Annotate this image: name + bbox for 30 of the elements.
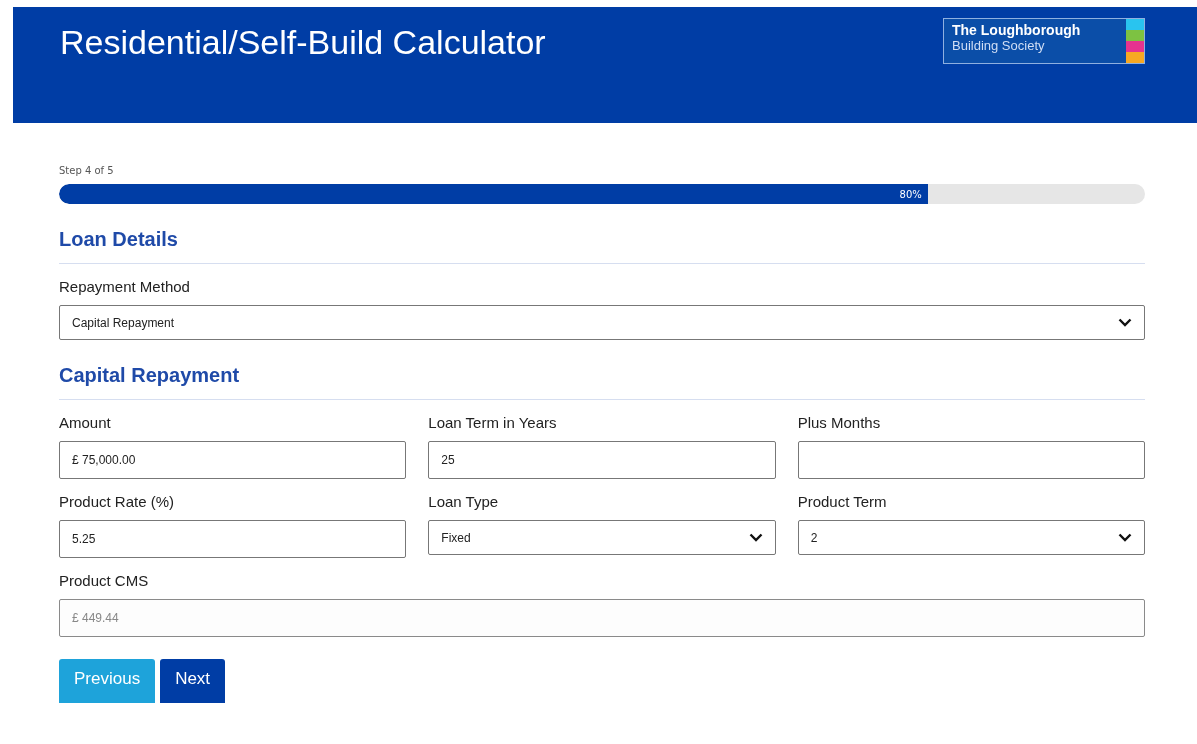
logo-stripes-icon bbox=[1126, 19, 1144, 63]
input-field[interactable]: 25 bbox=[428, 441, 776, 479]
dropdown-value: Capital Repayment bbox=[72, 315, 175, 330]
chevron-down-icon bbox=[1118, 318, 1132, 327]
field-label: Product CMS bbox=[59, 572, 150, 589]
dropdown[interactable]: Fixed bbox=[428, 520, 776, 555]
progress-percent: 80% bbox=[899, 188, 923, 200]
dropdown-value: 2 bbox=[810, 530, 818, 545]
next-button[interactable]: Next bbox=[160, 659, 226, 703]
page-title: Residential/Self-Build Calculator bbox=[60, 23, 546, 62]
field-label: Product Term bbox=[797, 493, 888, 510]
field-label: Loan Type bbox=[428, 493, 500, 510]
field-label: Product Rate (%) bbox=[59, 493, 176, 510]
input-field[interactable]: £ 75,000.00 bbox=[59, 441, 407, 479]
step-label: Step 4 of 5 bbox=[59, 165, 114, 176]
field-label: Plus Months bbox=[797, 414, 882, 431]
dropdown[interactable]: Capital Repayment bbox=[59, 305, 1145, 340]
dropdown[interactable]: 2 bbox=[797, 520, 1145, 555]
field-label: Loan Term in Years bbox=[428, 414, 558, 431]
input-field[interactable]: 5.25 bbox=[59, 520, 407, 558]
field-label: Amount bbox=[59, 414, 112, 431]
chevron-down-icon bbox=[1118, 533, 1132, 542]
field-label: Repayment Method bbox=[59, 278, 191, 295]
input-field[interactable] bbox=[797, 441, 1145, 479]
chevron-down-icon bbox=[748, 533, 763, 542]
logo-name: The Loughborough bbox=[952, 22, 1082, 38]
dropdown-value: Fixed bbox=[441, 530, 471, 545]
logo-subtitle: Building Society bbox=[952, 38, 1046, 53]
section-title: Capital Repayment bbox=[59, 364, 1145, 400]
section-title: Loan Details bbox=[59, 228, 1145, 264]
